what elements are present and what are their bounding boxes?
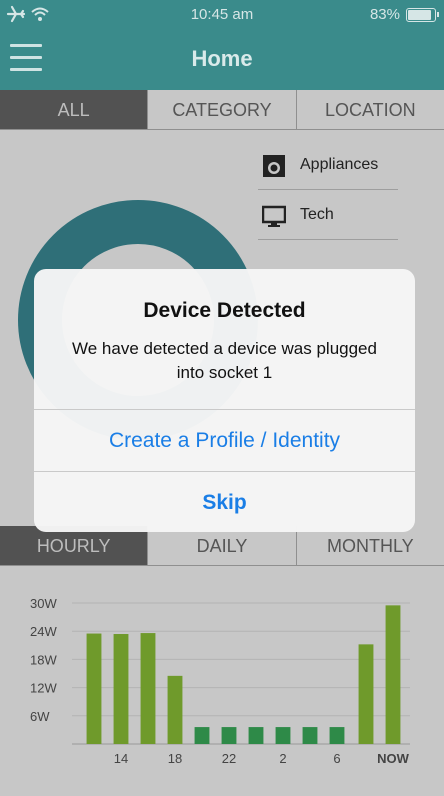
chart-bar[interactable] (385, 605, 401, 744)
y-tick-label: 24W (30, 624, 57, 639)
x-tick-label: NOW (377, 751, 410, 766)
battery-percent: 83% (369, 6, 400, 23)
skip-button[interactable]: Skip (34, 471, 415, 532)
chart-bar[interactable] (302, 727, 318, 744)
view-tabs: ALL CATEGORY LOCATION (0, 90, 444, 130)
nav-bar: Home (0, 30, 444, 90)
x-tick-label: 18 (168, 751, 182, 766)
chart-bar[interactable] (167, 675, 183, 744)
y-tick-label: 6W (30, 709, 50, 724)
legend-label: Tech (300, 206, 334, 223)
chart-bar[interactable] (248, 727, 264, 744)
legend-item-tech[interactable]: Tech (258, 192, 398, 240)
legend-item-appliances[interactable]: Appliances (258, 142, 398, 190)
create-profile-button[interactable]: Create a Profile / Identity (34, 409, 415, 471)
x-tick-label: 14 (114, 751, 128, 766)
monitor-icon (262, 205, 286, 227)
chart-bar[interactable] (358, 644, 374, 744)
legend-label: Appliances (300, 156, 379, 173)
usage-bar-chart: 30W 24W 18W 12W 6W 14 18 22 2 6 NOW (0, 566, 444, 796)
y-tick-label: 12W (30, 681, 57, 696)
chart-bar[interactable] (140, 633, 156, 744)
alert-message: We have detected a device was plugged in… (72, 339, 377, 382)
alert-title: Device Detected (143, 299, 306, 322)
chart-bar[interactable] (275, 727, 291, 744)
tab-category[interactable]: CATEGORY (147, 90, 295, 129)
tab-location[interactable]: LOCATION (295, 90, 444, 129)
device-detected-alert: Device Detected We have detected a devic… (34, 269, 415, 532)
chart-bar[interactable] (221, 727, 237, 744)
x-tick-label: 6 (333, 751, 340, 766)
chart-bar[interactable] (329, 727, 345, 744)
tab-all[interactable]: ALL (0, 90, 148, 129)
x-tick-label: 2 (279, 751, 286, 766)
period-tabs: HOURLY DAILY MONTHLY (0, 526, 444, 566)
chart-bar[interactable] (194, 727, 210, 744)
chart-bar[interactable] (86, 633, 102, 744)
battery-icon (406, 8, 439, 22)
appliance-icon (263, 155, 285, 177)
page-title: Home (191, 46, 253, 71)
y-tick-label: 18W (30, 652, 57, 667)
x-tick-label: 22 (222, 751, 236, 766)
y-tick-label: 30W (30, 596, 57, 611)
bar-chart-svg: 30W24W18W12W6W14 18 22 2 6 NOW (30, 596, 410, 766)
chart-bar[interactable] (113, 634, 129, 744)
status-bar: 10:45 am 83% (0, 0, 444, 30)
